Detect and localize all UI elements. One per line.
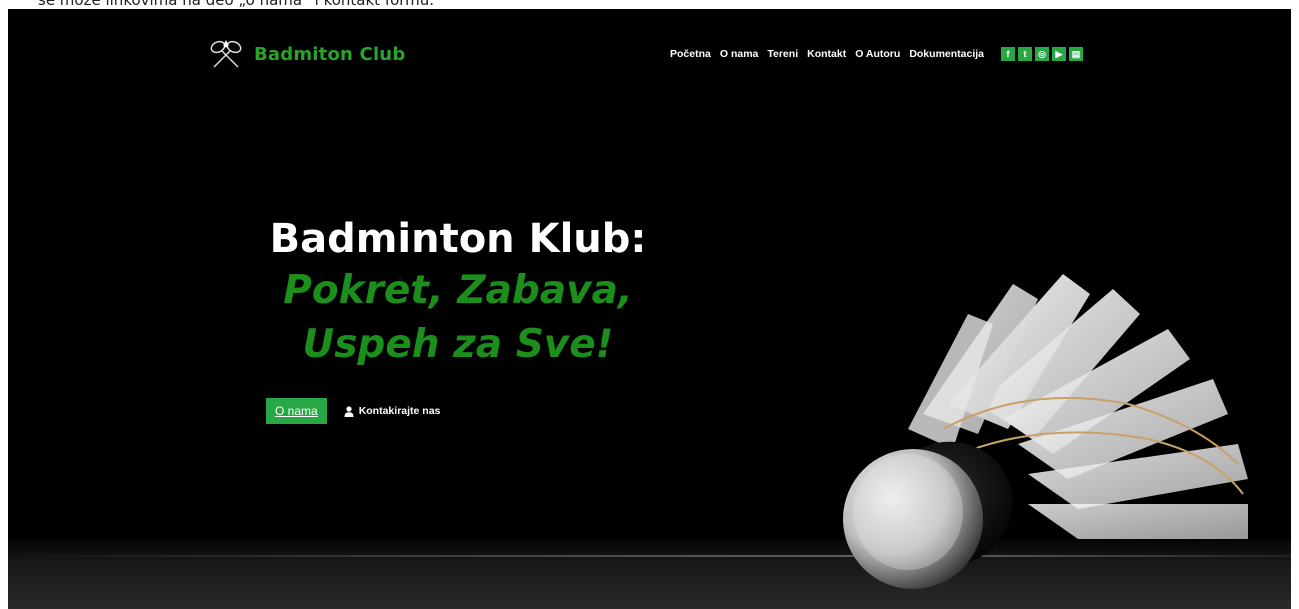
nav-link-tereni[interactable]: Tereni — [767, 48, 798, 60]
nav-link-pocetna[interactable]: Početna — [670, 48, 711, 60]
user-icon — [344, 405, 354, 417]
hero-section: Badmiton Club Početna O nama Tereni Kont… — [8, 9, 1291, 609]
shuttlecock-image — [843, 274, 1248, 589]
hero-title-line1: Badminton Klub: — [269, 216, 647, 262]
hero-headline: Badminton Klub: Pokret, Zabava, Uspeh za… — [208, 214, 708, 372]
top-caption-text: se može linkovima na deo „o nama“ i kont… — [38, 0, 435, 9]
nav-link-kontakt[interactable]: Kontakt — [807, 48, 846, 60]
nav-link-dokumentacija[interactable]: Dokumentacija — [909, 48, 984, 60]
contact-link[interactable]: Kontakirajte nas — [344, 405, 441, 417]
main-navigation: Početna O nama Tereni Kontakt O Autoru D… — [670, 47, 1084, 61]
twitter-icon[interactable]: t — [1018, 47, 1033, 61]
crossed-rackets-icon — [210, 40, 242, 68]
hero-actions: O nama Kontakirajte nas — [266, 398, 440, 424]
hero-title-line2: Pokret, Zabava, — [283, 268, 633, 313]
about-button[interactable]: O nama — [266, 398, 327, 424]
instagram-icon[interactable]: ◎ — [1035, 47, 1050, 61]
document-icon[interactable]: ▤ — [1069, 47, 1084, 61]
hero-title-line3: Uspeh za Sve! — [302, 322, 614, 367]
social-links: f t ◎ ▶ ▤ — [1001, 47, 1084, 61]
youtube-icon[interactable]: ▶ — [1052, 47, 1067, 61]
brand-title: Badmiton Club — [254, 43, 406, 65]
nav-link-o-autoru[interactable]: O Autoru — [855, 48, 900, 60]
contact-link-label: Kontakirajte nas — [358, 405, 441, 417]
brand-logo-link[interactable]: Badmiton Club — [208, 39, 405, 69]
facebook-icon[interactable]: f — [1001, 47, 1016, 61]
nav-link-o-nama[interactable]: O nama — [720, 48, 759, 60]
